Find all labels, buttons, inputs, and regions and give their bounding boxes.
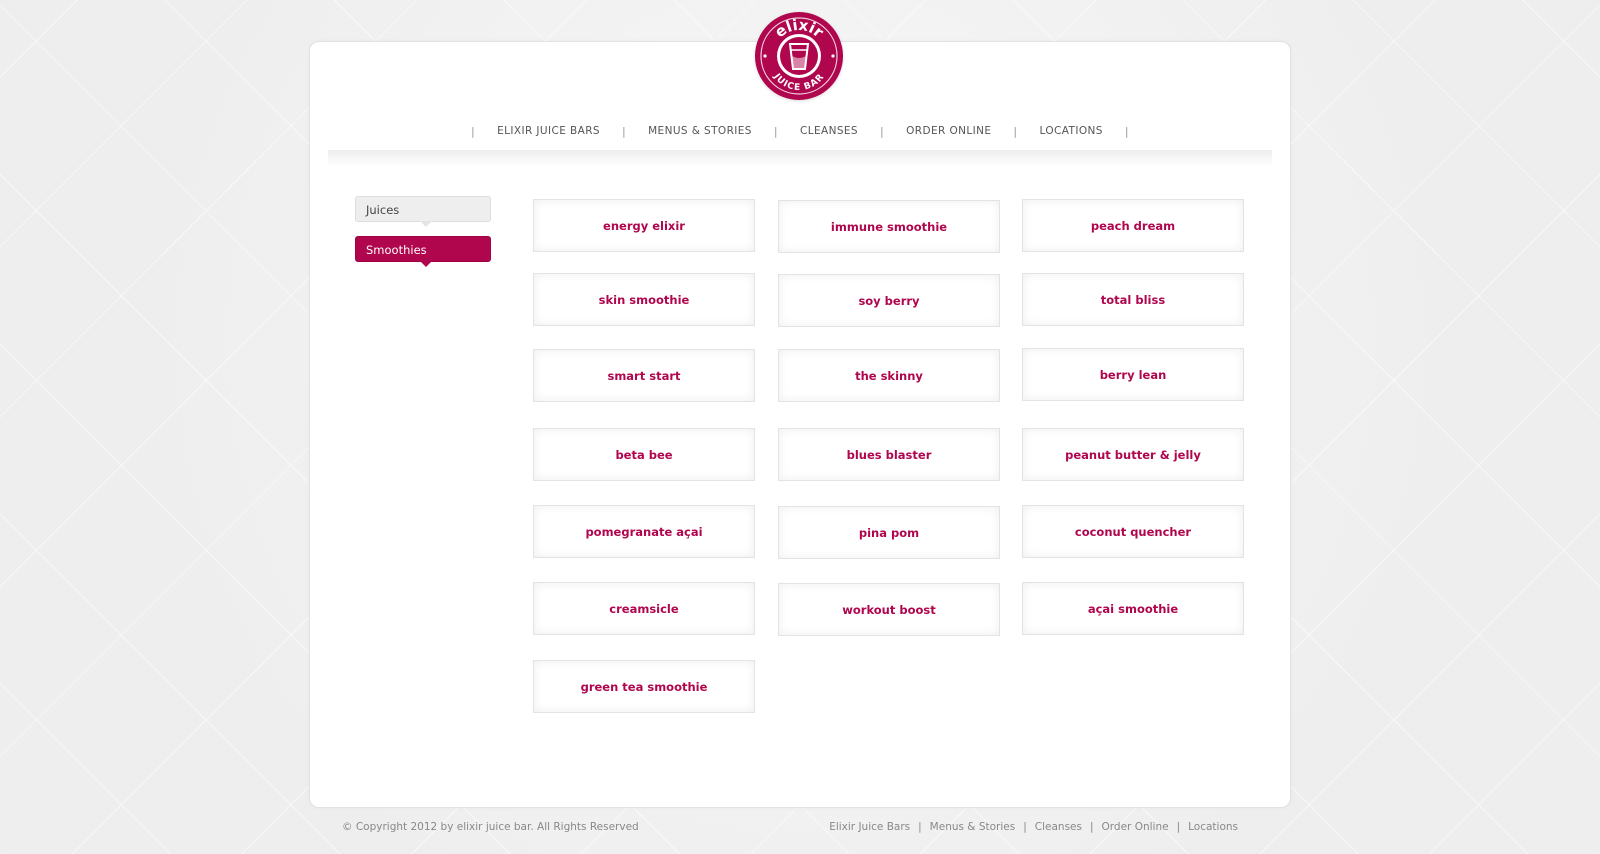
footer-separator: | [1089,821,1094,833]
nav-item-locations[interactable]: LOCATIONS [1040,125,1103,137]
footer-link-menus-stories[interactable]: Menus & Stories [930,821,1016,833]
menu-item-label: peach dream [1090,218,1176,233]
main-nav: | ELIXIR JUICE BARS | MENUS & STORIES | … [0,118,1600,144]
nav-item-elixir-juice-bars[interactable]: ELIXIR JUICE BARS [497,125,600,137]
menu-item-label: berry lean [1099,367,1167,382]
elixir-logo[interactable]: elixir JUICE BAR [755,12,843,100]
footer-separator: | [1176,821,1181,833]
menu-item-label: smart start [607,368,681,383]
menu-item-card[interactable]: total bliss [1022,273,1244,326]
nav-separator: | [621,124,627,138]
menu-item-card[interactable]: soy berry [778,274,1000,327]
menu-item-card[interactable]: immune smoothie [778,200,1000,253]
tab-juices-label: Juices [366,203,400,217]
menu-item-label: peanut butter & jelly [1065,447,1201,462]
copyright-text: © Copyright 2012 by elixir juice bar. Al… [342,821,639,833]
menu-item-card[interactable]: workout boost [778,583,1000,636]
menu-item-card[interactable]: coconut quencher [1022,505,1244,558]
menu-item-card[interactable]: pina pom [778,506,1000,559]
menu-item-label: soy berry [858,293,920,308]
menu-item-card[interactable]: beta bee [533,428,755,481]
menu-item-label: açai smoothie [1087,601,1179,616]
footer-link-elixir-juice-bars[interactable]: Elixir Juice Bars [829,821,910,833]
nav-item-order-online[interactable]: ORDER ONLINE [906,125,991,137]
nav-item-menus-stories[interactable]: MENUS & STORIES [648,125,752,137]
footer-separator: | [918,821,922,833]
menu-item-label: coconut quencher [1074,524,1192,539]
tab-notch [420,261,432,267]
nav-item-cleanses[interactable]: CLEANSES [800,125,858,137]
nav-separator: | [1013,124,1018,138]
footer-link-cleanses[interactable]: Cleanses [1035,821,1082,833]
menu-item-card[interactable]: berry lean [1022,348,1244,401]
menu-item-label: workout boost [842,602,936,617]
nav-separator: | [773,124,778,138]
menu-item-label: beta bee [615,447,673,462]
menu-item-card[interactable]: pomegranate açai [533,505,755,558]
menu-item-card[interactable]: blues blaster [778,428,1000,481]
menu-item-card[interactable]: peanut butter & jelly [1022,428,1244,481]
menu-item-label: pina pom [858,525,920,540]
menu-item-label: blues blaster [846,447,932,462]
menu-item-card[interactable]: the skinny [778,349,1000,402]
tab-smoothies[interactable]: Smoothies [355,236,491,267]
menu-item-label: green tea smoothie [580,679,708,694]
nav-separator: | [471,124,476,138]
menu-item-card[interactable]: green tea smoothie [533,660,755,713]
menu-item-label: total bliss [1100,292,1166,307]
tab-smoothies-label: Smoothies [366,243,427,257]
menu-item-card[interactable]: skin smoothie [533,273,755,326]
menu-item-label: skin smoothie [598,292,690,307]
nav-separator: | [880,124,885,138]
footer-separator: | [1023,821,1027,833]
menu-item-card[interactable]: açai smoothie [1022,582,1244,635]
menu-item-label: pomegranate açai [585,524,703,539]
tab-juices[interactable]: Juices [355,196,491,227]
menu-item-card[interactable]: energy elixir [533,199,755,252]
footer-link-order-online[interactable]: Order Online [1102,821,1169,833]
menu-item-label: immune smoothie [830,219,948,234]
footer-link-locations[interactable]: Locations [1188,821,1238,833]
menu-item-card[interactable]: creamsicle [533,582,755,635]
menu-item-card[interactable]: peach dream [1022,199,1244,252]
nav-separator: | [1124,124,1129,138]
nav-divider [328,150,1272,166]
menu-item-label: creamsicle [609,601,679,616]
menu-item-card[interactable]: smart start [533,349,755,402]
tab-notch [420,221,432,227]
footer-links: Elixir Juice Bars | Menus & Stories | Cl… [829,821,1238,833]
menu-item-label: energy elixir [603,218,685,233]
cup-icon: elixir JUICE BAR [760,16,838,95]
menu-item-label: the skinny [855,368,923,383]
